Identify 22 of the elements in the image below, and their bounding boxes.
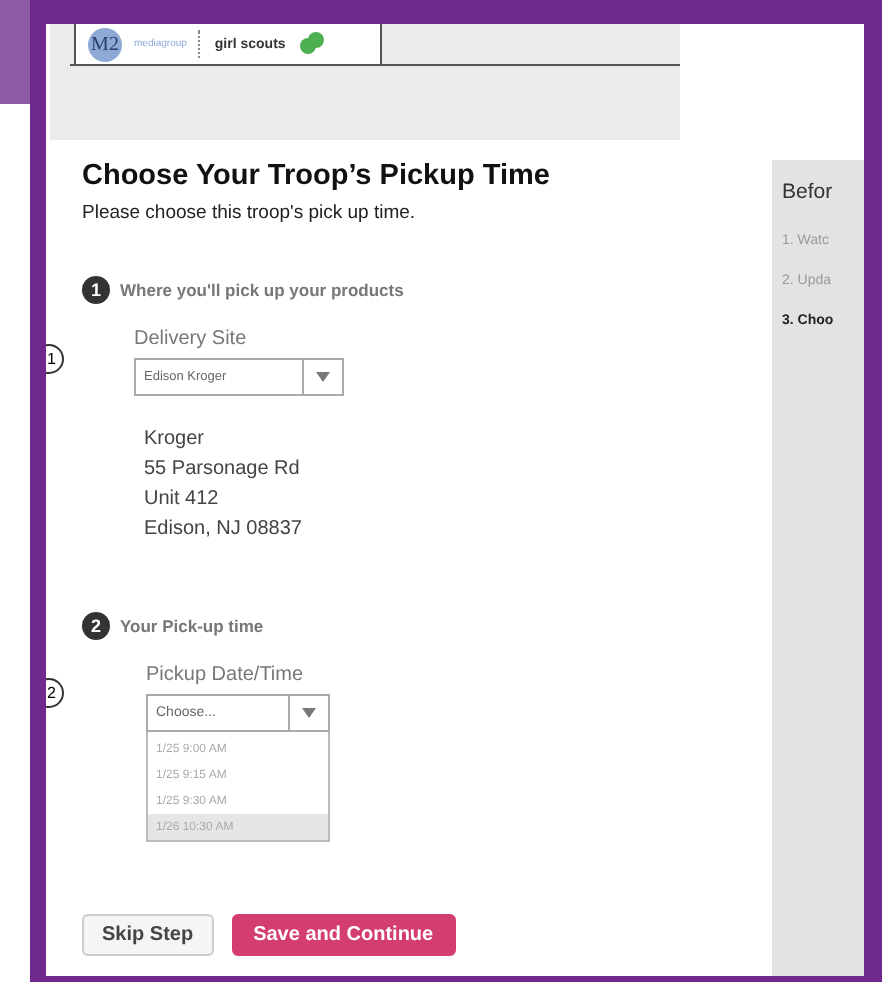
page-title: Choose Your Troop’s Pickup Time [82, 160, 552, 192]
callout-number: 1 [46, 344, 64, 374]
side-panel [0, 0, 30, 104]
field-label: Pickup Date/Time [146, 664, 306, 686]
field-label: Delivery Site [134, 328, 249, 350]
step-heading: Your Pick-up time [120, 616, 264, 636]
step-heading: Where you'll pick up your products [120, 280, 404, 300]
address-line: Edison, NJ 08837 [144, 516, 304, 544]
address-line: Kroger [144, 426, 207, 454]
address-line: 55 Parsonage Rd [144, 456, 302, 484]
page-subtitle: Please choose this troop's pick up time. [82, 202, 418, 224]
step-number: 2 [82, 612, 110, 640]
logo-mark: M2 [88, 27, 122, 61]
trefoil-icon [297, 30, 326, 58]
callout-number: 2 [46, 678, 64, 708]
skip-button[interactable]: Skip Step [82, 914, 214, 956]
address-line: Unit 412 [144, 486, 221, 514]
caret-icon [316, 372, 330, 382]
step-number: 1 [82, 276, 110, 304]
caret-icon [302, 708, 316, 718]
sidebar-heading: Befor [782, 180, 835, 204]
save-button[interactable]: Save and Continue [231, 914, 456, 956]
